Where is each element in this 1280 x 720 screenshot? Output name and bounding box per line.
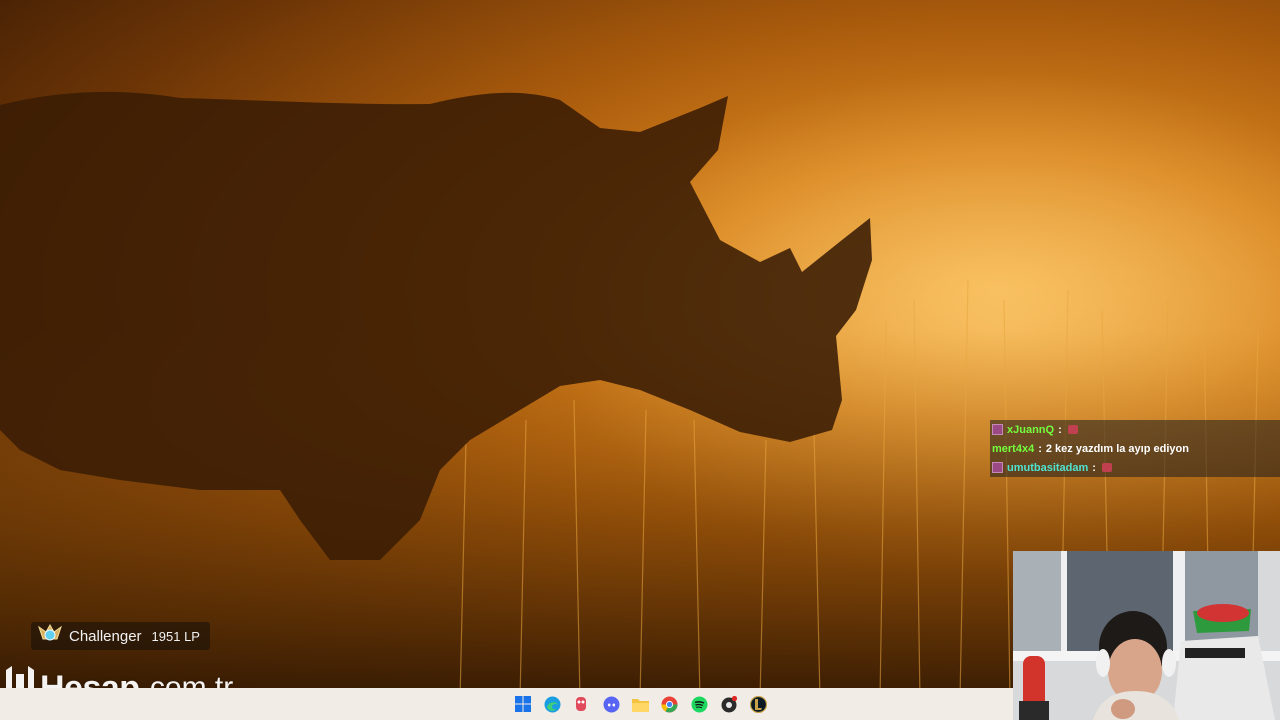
chrome-icon[interactable] <box>660 695 678 713</box>
league-client-icon[interactable] <box>749 695 767 713</box>
discord-icon[interactable] <box>602 695 620 713</box>
chat-separator: : <box>1058 423 1062 436</box>
file-explorer-icon[interactable] <box>631 695 649 713</box>
stream-chat-overlay: xJuannQ : mert4x4 : 2 kez yazdım la ayıp… <box>990 420 1280 477</box>
chat-emote-icon <box>1067 425 1078 434</box>
edge-browser-icon[interactable] <box>543 695 561 713</box>
league-points-label: 1951 LP <box>151 628 200 644</box>
chat-separator: : <box>1038 442 1042 455</box>
challenger-emblem-icon <box>37 623 63 649</box>
chat-message: mert4x4 : 2 kez yazdım la ayıp ediyon <box>990 439 1280 458</box>
webcam-feed <box>1013 551 1280 720</box>
rank-badge: Challenger 1951 LP <box>31 622 210 650</box>
subscriber-badge-icon <box>992 462 1003 473</box>
chat-username: umutbasitadam <box>1007 461 1089 474</box>
subscriber-badge-icon <box>992 424 1003 435</box>
chat-separator: : <box>1092 461 1096 474</box>
chat-text: 2 kez yazdım la ayıp ediyon <box>1045 442 1189 455</box>
chat-username: mert4x4 <box>992 442 1035 455</box>
chat-emote-icon <box>1101 463 1112 472</box>
chat-username: xJuannQ <box>1007 423 1055 436</box>
game-app-icon[interactable] <box>572 695 590 713</box>
obs-icon[interactable] <box>720 695 738 713</box>
rank-tier-label: Challenger <box>69 627 142 645</box>
taskbar <box>0 688 1013 720</box>
spotify-icon[interactable] <box>690 695 708 713</box>
chat-message: umutbasitadam : <box>990 458 1280 477</box>
windows-start-icon[interactable] <box>514 695 532 713</box>
chat-message: xJuannQ : <box>990 420 1280 439</box>
